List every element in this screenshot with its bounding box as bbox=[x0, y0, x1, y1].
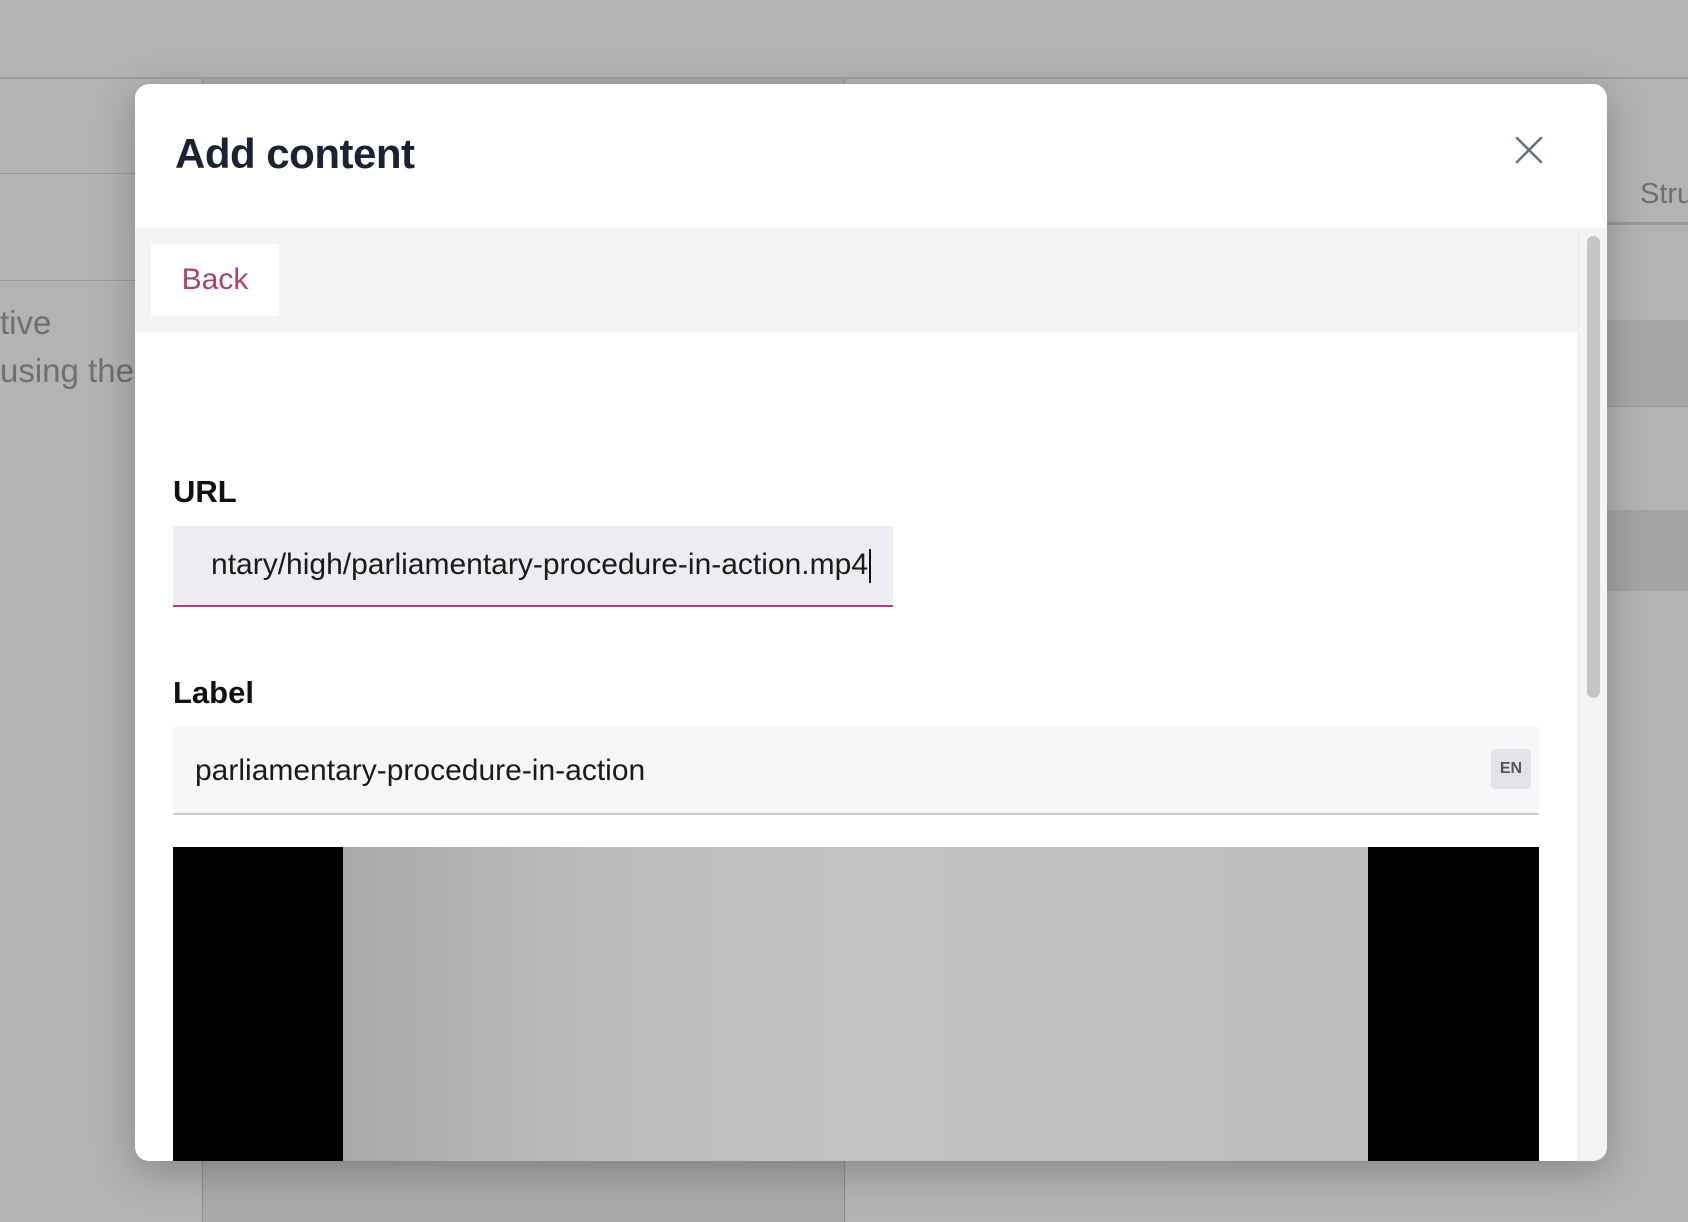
modal-scrollbar[interactable] bbox=[1578, 228, 1607, 1161]
video-preview[interactable] bbox=[173, 847, 1539, 1161]
url-input-value: ntary/high/parliamentary-procedure-in-ac… bbox=[211, 548, 871, 584]
close-icon bbox=[1515, 136, 1543, 164]
close-button[interactable] bbox=[1507, 128, 1551, 172]
modal-header: Add content bbox=[135, 84, 1607, 228]
background-list-row bbox=[1606, 510, 1688, 591]
label-input-value: parliamentary-procedure-in-action bbox=[195, 754, 646, 787]
url-field-label: URL bbox=[173, 474, 237, 509]
label-input[interactable]: parliamentary-procedure-in-action EN bbox=[173, 727, 1539, 815]
add-content-modal: Add content Back URL ntary/high/parliame… bbox=[135, 84, 1607, 1161]
back-button[interactable]: Back bbox=[151, 244, 279, 316]
modal-title: Add content bbox=[175, 130, 415, 177]
language-badge[interactable]: EN bbox=[1491, 749, 1531, 789]
background-description-line: using the bbox=[0, 352, 134, 389]
background-description-line: tive bbox=[0, 304, 52, 341]
modal-toolbar: Back bbox=[135, 228, 1578, 332]
scrollbar-thumb[interactable] bbox=[1587, 236, 1600, 698]
modal-body: Back URL ntary/high/parliamentary-proced… bbox=[135, 228, 1578, 1161]
text-caret bbox=[869, 549, 871, 584]
url-input[interactable]: ntary/high/parliamentary-procedure-in-ac… bbox=[173, 526, 893, 607]
background-tab-structure: Stru bbox=[1640, 178, 1688, 210]
background-divider bbox=[1606, 406, 1688, 407]
label-field-label: Label bbox=[173, 675, 254, 710]
video-frame bbox=[343, 847, 1368, 1161]
background-list-row bbox=[1606, 320, 1688, 406]
background-tab-underline bbox=[1600, 222, 1688, 225]
